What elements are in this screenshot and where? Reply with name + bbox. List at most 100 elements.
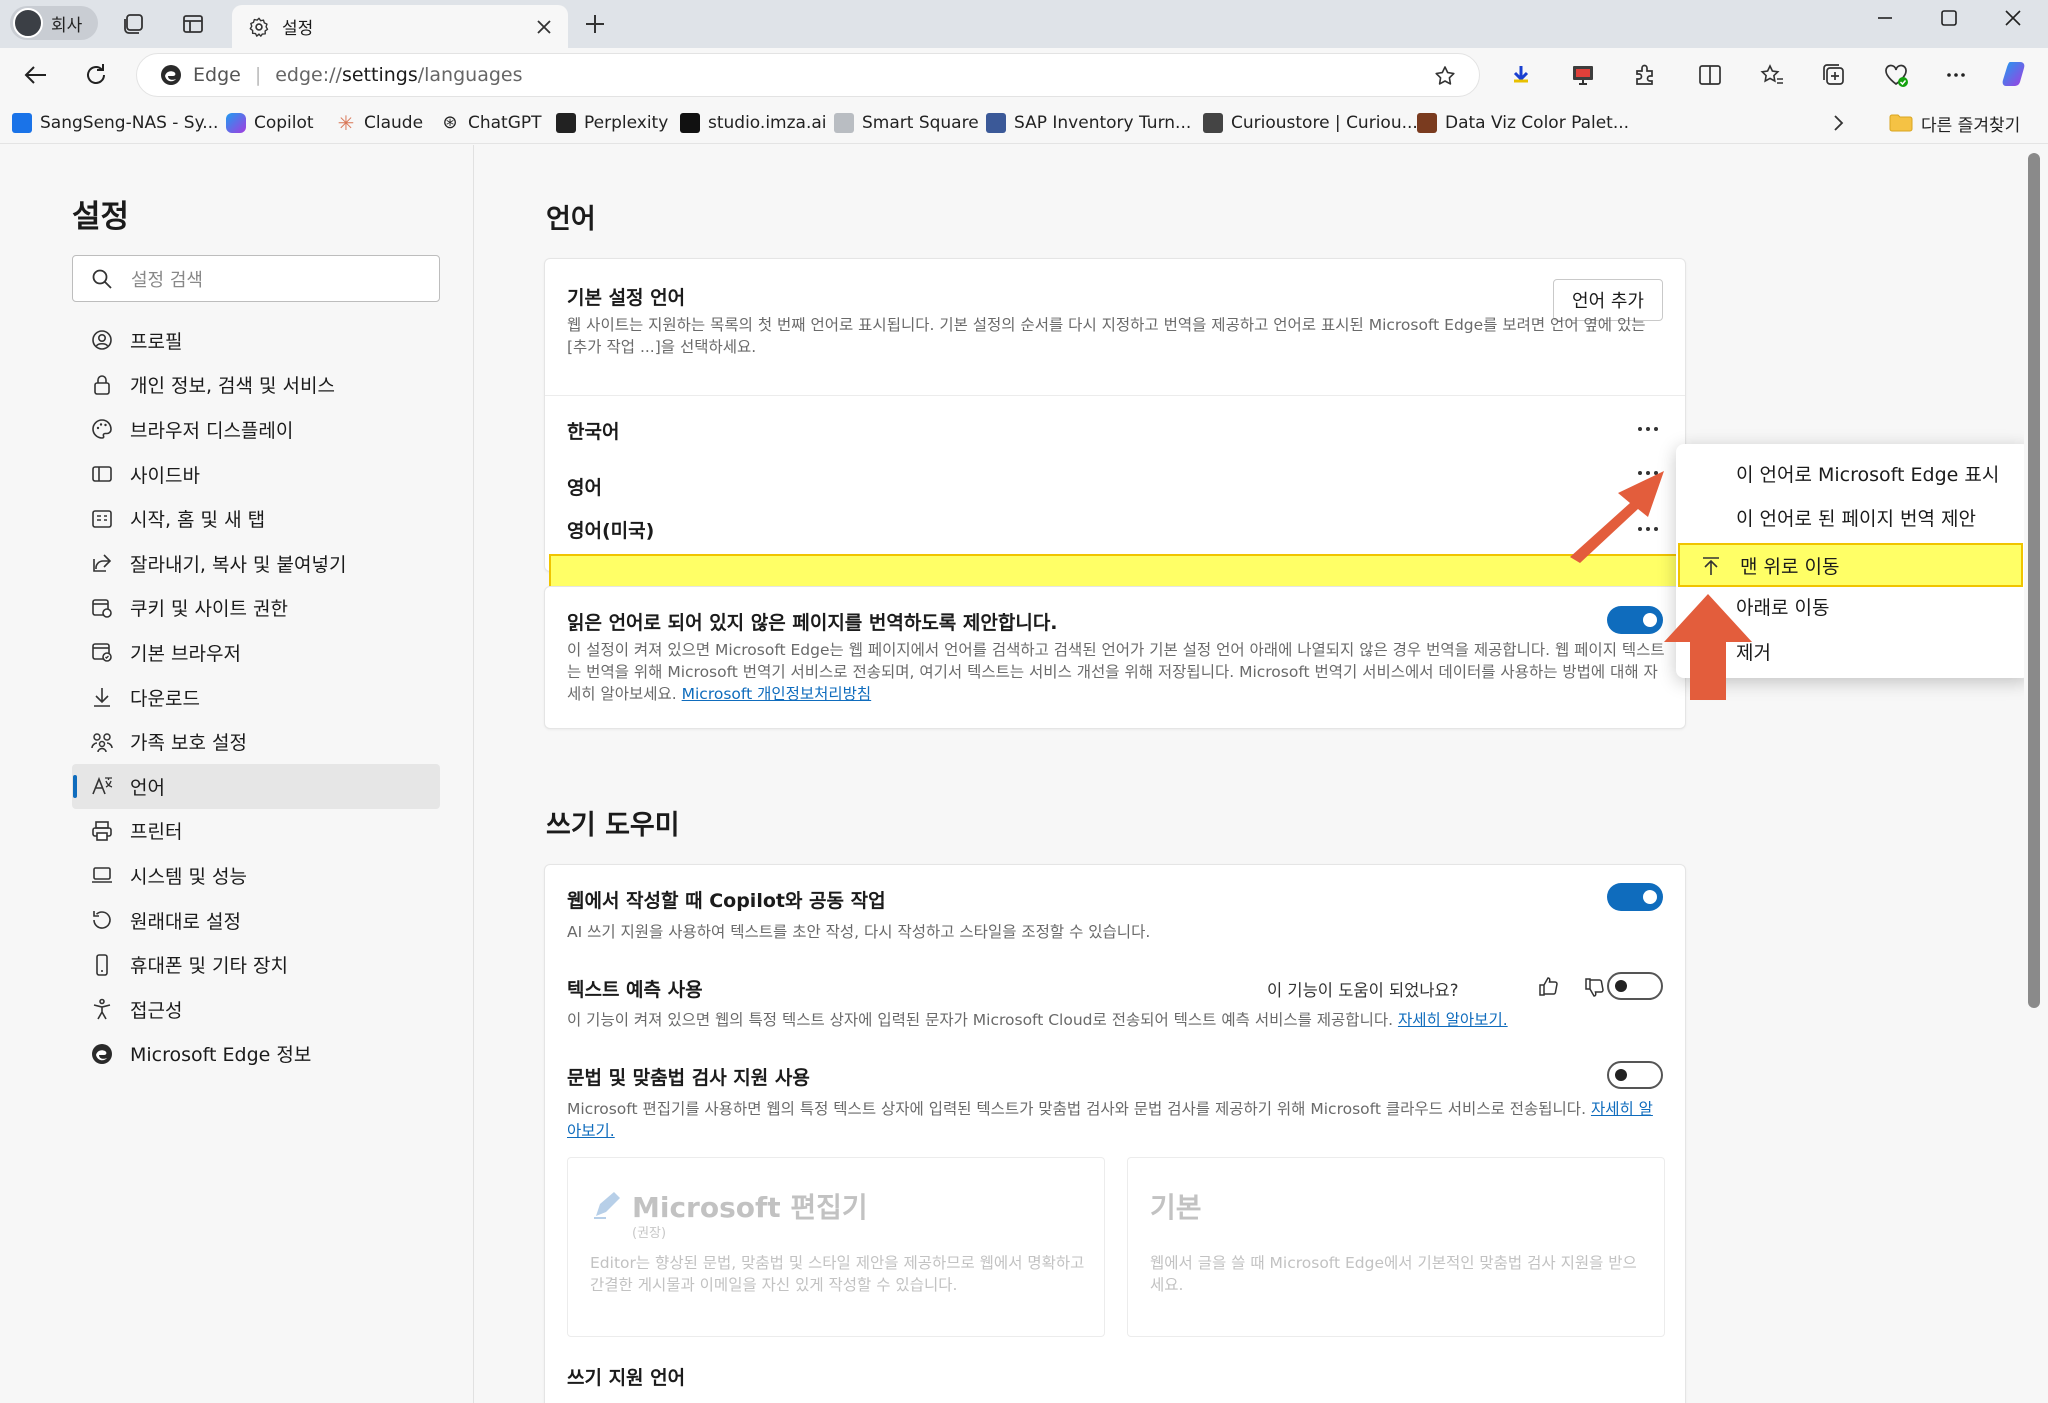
sidebar-item-accessibility[interactable]: 접근성 bbox=[72, 987, 440, 1032]
search-placeholder: 설정 검색 bbox=[131, 269, 203, 291]
favorites-icon[interactable] bbox=[1759, 62, 1785, 88]
grammar-spellcheck-title: 문법 및 맞춤법 검사 지원 사용 bbox=[567, 1067, 810, 1089]
sidebar-item-printers[interactable]: 프린터 bbox=[72, 809, 440, 854]
maximize-icon[interactable] bbox=[1937, 6, 1961, 30]
profile-label: 회사 bbox=[51, 15, 83, 36]
basic-option-title: 기본 bbox=[1150, 1191, 1202, 1224]
minimize-icon[interactable] bbox=[1873, 6, 1897, 30]
basic-option-description: 웹에서 글을 쓸 때 Microsoft Edge에서 기본적인 맞춤법 검사 … bbox=[1150, 1254, 1637, 1294]
extensions-puzzle-icon[interactable] bbox=[1632, 62, 1658, 88]
sidebar-item-reset[interactable]: 원래대로 설정 bbox=[72, 898, 440, 943]
more-actions-button[interactable] bbox=[1635, 419, 1661, 439]
copilot-writing-description: AI 쓰기 지원을 사용하여 텍스트를 초안 작성, 다시 작성하고 스타일을 … bbox=[567, 923, 1151, 941]
tab-actions-icon[interactable] bbox=[181, 12, 205, 36]
thumbs-down-icon[interactable] bbox=[1583, 977, 1605, 999]
profile-icon bbox=[92, 330, 112, 351]
favorite-item[interactable]: Curioustore | Curiou... bbox=[1203, 111, 1418, 135]
split-screen-icon[interactable] bbox=[1697, 62, 1723, 88]
favorite-item[interactable]: Copilot bbox=[226, 111, 314, 135]
menu-item-offer-translate[interactable]: 이 언어로 된 페이지 번역 제안 bbox=[1676, 495, 2030, 539]
edge-logo-icon bbox=[161, 65, 181, 85]
download-icon bbox=[94, 688, 110, 707]
basic-option-card: 기본 웹에서 글을 쓸 때 Microsoft Edge에서 기본적인 맞춤법 … bbox=[1127, 1157, 1665, 1337]
section-title-writing-assistance: 쓰기 도우미 bbox=[546, 810, 680, 841]
other-favorites-folder[interactable]: 다른 즐겨찾기 bbox=[1889, 111, 2020, 136]
curioustore-icon bbox=[1203, 113, 1223, 133]
preferred-languages-title: 기본 설정 언어 bbox=[567, 287, 686, 309]
sap-icon bbox=[986, 113, 1006, 133]
sidebar-item-downloads[interactable]: 다운로드 bbox=[72, 675, 440, 720]
browser-essentials-icon[interactable] bbox=[1883, 62, 1909, 88]
favorite-item[interactable]: ✳ Claude bbox=[336, 111, 423, 135]
translate-offer-card: 읽은 언어로 되어 있지 않은 페이지를 번역하도록 제안합니다. 이 설정이 … bbox=[544, 586, 1686, 729]
gear-icon bbox=[249, 17, 269, 37]
sidebar-item-phone[interactable]: 휴대폰 및 기타 장치 bbox=[72, 942, 440, 987]
palette-icon bbox=[92, 419, 112, 440]
sidebar-item-system[interactable]: 시스템 및 성능 bbox=[72, 853, 440, 898]
laptop-icon bbox=[92, 867, 112, 884]
new-tab-icon[interactable] bbox=[583, 12, 607, 36]
text-prediction-toggle[interactable] bbox=[1607, 972, 1663, 1000]
menu-item-display-edge[interactable]: 이 언어로 Microsoft Edge 표시 bbox=[1676, 451, 2030, 495]
grammar-spellcheck-toggle[interactable] bbox=[1607, 1061, 1663, 1089]
privacy-policy-link[interactable]: Microsoft 개인정보처리방침 bbox=[682, 685, 872, 703]
favorite-item[interactable]: ⊛ ChatGPT bbox=[440, 111, 541, 135]
favorite-item[interactable]: Smart Square bbox=[834, 111, 979, 135]
scrollbar-thumb[interactable] bbox=[2028, 153, 2040, 1008]
sidebar-item-share-copy-paste[interactable]: 잘라내기, 복사 및 붙여넣기 bbox=[72, 541, 440, 586]
url-text: edge://settings/languages bbox=[275, 64, 523, 86]
translate-offer-toggle[interactable] bbox=[1607, 606, 1663, 634]
extension-download-icon[interactable] bbox=[1508, 62, 1534, 88]
folder-icon bbox=[1889, 114, 1913, 132]
chatgpt-icon: ⊛ bbox=[442, 112, 458, 133]
settings-sidebar: 설정 설정 검색 프로필 개인 정보, 검색 및 서비스 브라우저 디스플레이 … bbox=[0, 145, 474, 1403]
learn-more-link[interactable]: 자세히 알아보기. bbox=[1398, 1011, 1508, 1029]
favorite-item[interactable]: studio.imza.ai bbox=[680, 111, 827, 135]
sidebar-item-about[interactable]: Microsoft Edge 정보 bbox=[72, 1032, 440, 1077]
edge-label: Edge bbox=[193, 64, 241, 86]
sidebar-item-appearance[interactable]: 브라우저 디스플레이 bbox=[72, 407, 440, 452]
dsm-icon bbox=[12, 113, 32, 133]
sidebar-item-profile[interactable]: 프로필 bbox=[72, 318, 440, 363]
refresh-icon[interactable] bbox=[82, 61, 110, 89]
sidebar-item-start-home[interactable]: 시작, 홈 및 새 탭 bbox=[72, 496, 440, 541]
text-prediction-title: 텍스트 예측 사용 bbox=[567, 979, 703, 1001]
thumbs-up-icon[interactable] bbox=[1537, 975, 1559, 997]
text-prediction-description: 이 기능이 켜져 있으면 웹의 특정 텍스트 상자에 입력된 문자가 Micro… bbox=[567, 1011, 1508, 1029]
favorite-item[interactable]: SangSeng-NAS - Sy... bbox=[12, 111, 218, 135]
language-icon bbox=[92, 777, 113, 795]
sidebar-item-sidebar[interactable]: 사이드바 bbox=[72, 452, 440, 497]
favorite-item[interactable]: SAP Inventory Turn... bbox=[986, 111, 1191, 135]
tab-settings[interactable]: 설정 bbox=[232, 5, 568, 48]
workspaces-icon[interactable] bbox=[122, 12, 146, 36]
avatar bbox=[13, 8, 43, 38]
settings-content: 언어 기본 설정 언어 언어 추가 웹 사이트는 지원하는 목록의 첫 번째 언… bbox=[474, 145, 2026, 1403]
search-input[interactable]: 설정 검색 bbox=[72, 255, 440, 302]
collections-icon[interactable] bbox=[1821, 62, 1847, 88]
favorite-star-icon[interactable] bbox=[1433, 64, 1457, 88]
close-tab-icon[interactable] bbox=[534, 17, 554, 37]
address-bar[interactable]: Edge | edge://settings/languages bbox=[136, 53, 1480, 97]
back-arrow-icon[interactable] bbox=[22, 61, 50, 89]
sidebar-item-privacy[interactable]: 개인 정보, 검색 및 서비스 bbox=[72, 363, 440, 408]
sidebar-item-default-browser[interactable]: 기본 브라우저 bbox=[72, 630, 440, 675]
copilot-icon[interactable] bbox=[2000, 58, 2032, 90]
menu-item-move-to-top[interactable]: 맨 위로 이동 bbox=[1678, 543, 2023, 587]
profile-button[interactable]: 회사 bbox=[10, 6, 98, 40]
more-options-icon[interactable] bbox=[1943, 62, 1969, 88]
extension-monitor-icon[interactable] bbox=[1570, 62, 1596, 88]
sidebar-item-family[interactable]: 가족 보호 설정 bbox=[72, 719, 440, 764]
favorite-item[interactable]: Perplexity bbox=[556, 111, 668, 135]
translate-offer-title: 읽은 언어로 되어 있지 않은 페이지를 번역하도록 제안합니다. bbox=[567, 612, 1058, 634]
smartsquare-icon bbox=[834, 113, 854, 133]
sidebar-item-cookies[interactable]: 쿠키 및 사이트 권한 bbox=[72, 586, 440, 631]
sidebar-item-languages[interactable]: 언어 bbox=[72, 763, 440, 809]
editor-option-recommended: (권장) bbox=[632, 1226, 667, 1241]
copilot-writing-toggle[interactable] bbox=[1607, 883, 1663, 911]
accessibility-icon bbox=[93, 998, 111, 1020]
chevron-right-icon[interactable] bbox=[1828, 113, 1848, 133]
close-window-icon[interactable] bbox=[2001, 6, 2025, 30]
phone-icon bbox=[96, 953, 108, 976]
family-icon bbox=[91, 732, 113, 752]
favorite-item[interactable]: Data Viz Color Palet... bbox=[1417, 111, 1629, 135]
